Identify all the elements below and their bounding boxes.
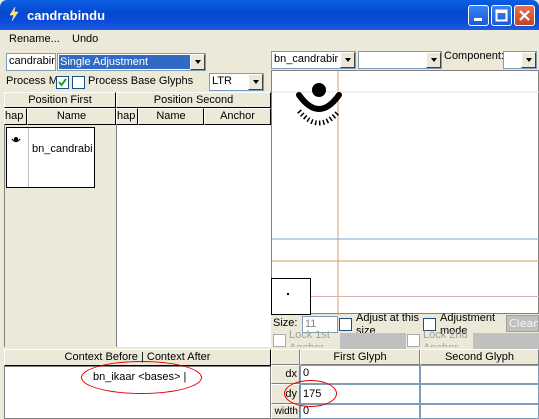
glyph-preview-small	[271, 278, 311, 315]
row-name: bn_candrabi	[32, 143, 93, 155]
glyph-select[interactable]: bn_candrabir	[271, 51, 356, 69]
candrabindu-ghost	[297, 109, 341, 126]
chevron-down-icon	[340, 52, 355, 68]
col-anchor-header: Anchor	[204, 108, 271, 125]
glyph-table-corner	[271, 349, 300, 365]
second-dy-field[interactable]	[420, 384, 539, 404]
position-second-header: Position Second	[116, 92, 271, 108]
second-select[interactable]	[358, 51, 442, 69]
app-lightning-icon	[9, 6, 19, 22]
lookup-type-value: Single Adjustment	[59, 55, 190, 69]
lock-second-anchor-label: Lock 2nd Anchor	[423, 329, 468, 347]
component-label: Component:	[444, 50, 504, 62]
close-icon	[519, 10, 530, 21]
position-first-header: Position First	[4, 92, 116, 108]
menu-undo[interactable]: Undo	[72, 33, 98, 45]
component-select[interactable]	[503, 51, 537, 69]
lock-second-anchor-button[interactable]	[473, 333, 539, 349]
process-marks-checkbox[interactable]	[56, 76, 69, 89]
glyph-canvas[interactable]	[271, 70, 539, 315]
clear-button[interactable]: Clear	[506, 315, 539, 332]
row-label-width: width	[271, 404, 300, 419]
second-list[interactable]	[116, 125, 271, 347]
annotation-ellipse-dy	[284, 380, 337, 407]
process-base-checkbox[interactable]	[72, 76, 85, 89]
lock-first-anchor-button[interactable]	[340, 333, 406, 349]
minimize-icon	[474, 18, 482, 21]
second-glyph-header: Second Glyph	[420, 349, 539, 365]
maximize-icon	[495, 9, 508, 22]
lookup-name-field[interactable]: candrabir	[6, 53, 56, 71]
chevron-down-icon	[521, 52, 536, 68]
minimize-button[interactable]	[468, 5, 489, 26]
col-name-header: Name	[27, 108, 116, 125]
second-dx-field[interactable]	[420, 365, 539, 384]
maximize-button[interactable]	[491, 5, 512, 26]
table-row[interactable]: bn_candrabi	[6, 127, 95, 188]
first-glyph-header: First Glyph	[300, 349, 420, 365]
size-label: Size:	[273, 317, 298, 329]
direction-select[interactable]: LTR	[209, 73, 264, 91]
process-marks-label: Process M	[6, 75, 58, 87]
col-hap-header: hap	[4, 108, 27, 125]
glyph-preview	[272, 71, 539, 315]
glyph-thumbnail-icon	[11, 137, 21, 143]
candrabindu-dot	[312, 83, 326, 97]
window-title: candrabindu	[27, 8, 106, 23]
annotation-ellipse-context	[81, 361, 202, 394]
chevron-down-icon	[248, 74, 263, 90]
col-hap2-header: hap	[116, 108, 138, 125]
checkmark-icon	[58, 78, 67, 87]
close-button[interactable]	[514, 5, 535, 26]
glyph-select-value: bn_candrabir	[274, 53, 339, 65]
col-name2-header: Name	[138, 108, 204, 125]
lock-second-anchor-checkbox[interactable]	[407, 334, 420, 347]
direction-value: LTR	[212, 75, 232, 87]
chevron-down-icon	[426, 52, 441, 68]
process-base-label: Process Base Glyphs	[88, 75, 194, 87]
menu-rename[interactable]: Rename...	[9, 33, 60, 45]
lookup-type-select[interactable]: Single Adjustment	[57, 53, 206, 71]
lock-first-anchor-checkbox[interactable]	[273, 334, 286, 347]
candrabindu-crescent	[296, 92, 342, 112]
second-width-field[interactable]	[420, 404, 539, 419]
chevron-down-icon	[190, 54, 205, 70]
lock-first-anchor-label: Lock 1st Anchor	[289, 329, 330, 347]
